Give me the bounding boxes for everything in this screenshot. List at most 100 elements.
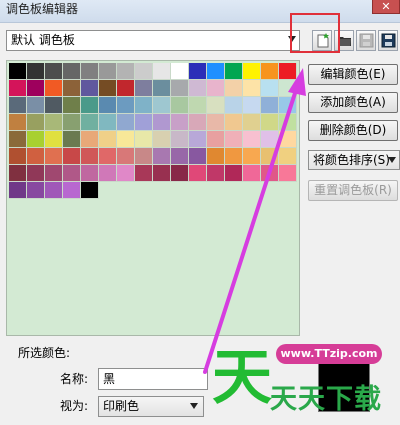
color-swatch[interactable] [207,80,225,97]
color-swatch[interactable] [81,80,99,97]
color-swatch[interactable] [81,165,99,182]
color-swatch[interactable] [261,97,279,114]
add-color-button[interactable]: 添加颜色(A) [308,92,398,113]
color-swatch[interactable] [171,114,189,131]
save-palette-button[interactable] [356,30,376,51]
color-swatch[interactable] [45,131,63,148]
color-swatch[interactable] [225,165,243,182]
color-swatch[interactable] [135,131,153,148]
color-swatch[interactable] [135,97,153,114]
color-swatch[interactable] [243,165,261,182]
close-button[interactable]: ✕ [372,0,400,14]
color-swatch[interactable] [9,148,27,165]
color-swatch[interactable] [117,114,135,131]
color-swatch[interactable] [27,80,45,97]
color-swatch[interactable] [45,114,63,131]
color-swatch[interactable] [189,131,207,148]
color-swatch[interactable] [117,131,135,148]
save-as-palette-button[interactable] [378,30,398,51]
color-swatch[interactable] [135,165,153,182]
color-swatch[interactable] [189,80,207,97]
color-swatch[interactable] [207,63,225,80]
color-swatch[interactable] [261,63,279,80]
color-swatch[interactable] [171,97,189,114]
color-swatch[interactable] [9,114,27,131]
new-palette-button[interactable] [312,30,332,51]
color-swatch[interactable] [243,80,261,97]
sort-colors-select[interactable]: 将颜色排序(S) [308,150,400,170]
color-swatch[interactable] [171,80,189,97]
color-swatch[interactable] [99,80,117,97]
color-swatch[interactable] [171,165,189,182]
color-swatch[interactable] [225,63,243,80]
color-swatch[interactable] [9,165,27,182]
color-swatch[interactable] [279,114,297,131]
color-swatch[interactable] [27,97,45,114]
color-swatch[interactable] [81,131,99,148]
color-swatch[interactable] [63,165,81,182]
reset-palette-button[interactable]: 重置调色板(R) [308,180,398,201]
color-swatch[interactable] [45,63,63,80]
color-swatch[interactable] [225,97,243,114]
color-swatch[interactable] [153,97,171,114]
open-palette-button[interactable] [334,30,354,51]
color-swatch[interactable] [189,63,207,80]
color-swatch[interactable] [45,80,63,97]
color-swatch[interactable] [279,148,297,165]
color-swatch[interactable] [99,97,117,114]
color-swatch[interactable] [189,114,207,131]
color-swatch[interactable] [117,97,135,114]
color-swatch[interactable] [261,148,279,165]
color-swatch[interactable] [9,97,27,114]
color-swatch[interactable] [261,165,279,182]
color-swatch[interactable] [225,114,243,131]
color-swatch[interactable] [45,165,63,182]
color-swatch[interactable] [153,114,171,131]
color-swatch[interactable] [135,63,153,80]
color-swatch[interactable] [135,80,153,97]
color-swatch[interactable] [117,63,135,80]
color-swatch[interactable] [81,97,99,114]
color-swatch[interactable] [225,148,243,165]
color-swatch[interactable] [117,80,135,97]
color-swatch[interactable] [99,148,117,165]
edit-color-button[interactable]: 编辑颜色(E) [308,64,398,85]
color-swatch[interactable] [63,182,81,199]
color-swatch[interactable] [279,97,297,114]
color-swatch[interactable] [27,148,45,165]
color-swatch[interactable] [27,131,45,148]
color-swatch[interactable] [261,80,279,97]
color-swatch[interactable] [99,165,117,182]
color-swatch[interactable] [261,131,279,148]
color-swatch[interactable] [243,97,261,114]
color-swatch[interactable] [171,148,189,165]
color-swatch[interactable] [63,114,81,131]
color-swatch[interactable] [279,131,297,148]
color-swatch[interactable] [81,182,99,199]
color-swatch[interactable] [225,80,243,97]
view-as-select[interactable]: 印刷色 [98,396,204,417]
color-swatch[interactable] [27,63,45,80]
delete-color-button[interactable]: 删除颜色(D) [308,120,398,141]
color-swatch[interactable] [153,131,171,148]
name-field[interactable]: 黑 [98,368,208,390]
swatch-grid[interactable] [9,63,297,199]
color-swatch[interactable] [243,131,261,148]
palette-select[interactable]: 默认 调色板 [6,30,300,51]
color-swatch[interactable] [9,80,27,97]
color-swatch[interactable] [189,148,207,165]
color-swatch[interactable] [279,165,297,182]
color-swatch[interactable] [261,114,279,131]
swatch-area[interactable] [6,60,300,336]
color-swatch[interactable] [99,131,117,148]
color-swatch[interactable] [279,63,297,80]
color-swatch[interactable] [81,114,99,131]
color-swatch[interactable] [153,80,171,97]
color-swatch[interactable] [117,165,135,182]
color-swatch[interactable] [243,148,261,165]
color-swatch[interactable] [63,131,81,148]
color-swatch[interactable] [153,165,171,182]
color-swatch[interactable] [207,131,225,148]
color-swatch[interactable] [9,63,27,80]
color-swatch[interactable] [189,165,207,182]
